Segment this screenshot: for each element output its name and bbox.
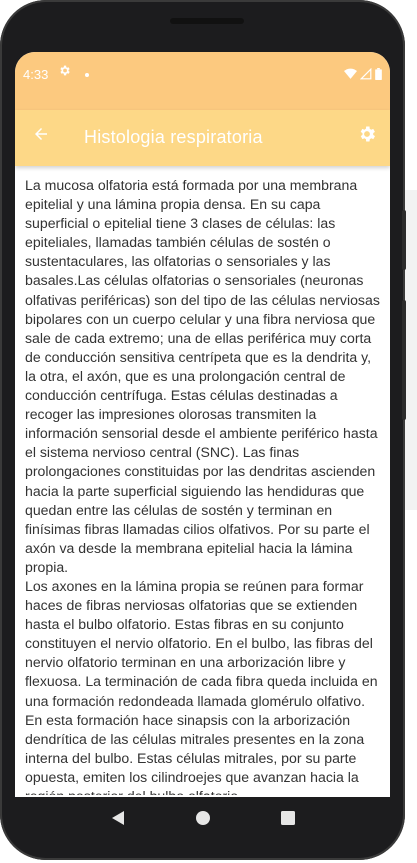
background-strip bbox=[405, 190, 417, 510]
arrow-back-icon bbox=[32, 125, 50, 148]
system-nav-bar bbox=[15, 797, 390, 843]
article-scroll-area[interactable]: La mucosa olfatoria está formada por una… bbox=[25, 176, 380, 795]
status-icons bbox=[344, 67, 382, 85]
nav-home-button[interactable] bbox=[193, 810, 213, 830]
app-screen: 4:33 Histologia respiratoria La mucosa o… bbox=[15, 52, 390, 835]
article-paragraph-1: La mucosa olfatoria está formada por una… bbox=[25, 177, 380, 575]
nav-recents-button[interactable] bbox=[278, 810, 298, 830]
settings-icon bbox=[58, 64, 71, 81]
settings-button[interactable] bbox=[354, 123, 380, 149]
article-paragraph-2: Los axones en la lámina propia se reúnen… bbox=[25, 577, 378, 795]
back-button[interactable] bbox=[29, 124, 53, 148]
status-time: 4:33 bbox=[23, 67, 49, 82]
gear-icon bbox=[357, 124, 377, 149]
recents-square-icon bbox=[280, 810, 295, 830]
page-title: Histologia respiratoria bbox=[84, 127, 263, 147]
app-bar: Histologia respiratoria bbox=[15, 110, 390, 166]
status-bar: 4:33 bbox=[15, 52, 390, 110]
speaker-grille bbox=[170, 18, 244, 24]
power-button bbox=[402, 210, 406, 270]
back-triangle-icon bbox=[111, 810, 125, 831]
battery-icon bbox=[375, 67, 382, 85]
signal-icon bbox=[359, 67, 372, 85]
notification-dot-icon bbox=[85, 73, 89, 77]
nav-back-button[interactable] bbox=[108, 810, 128, 830]
wifi-icon bbox=[344, 67, 357, 85]
volume-button bbox=[402, 300, 406, 420]
home-circle-icon bbox=[195, 810, 211, 831]
